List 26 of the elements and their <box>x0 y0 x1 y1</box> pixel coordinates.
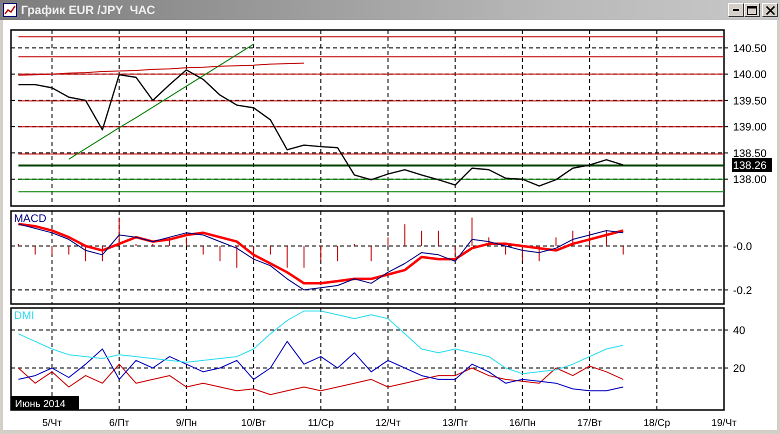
axis-label: 140.50 <box>733 42 767 55</box>
axis-label: 9/Пн <box>176 418 197 429</box>
axis-label: 140.00 <box>733 69 767 82</box>
axis-label: 5/Чт <box>42 418 62 429</box>
axis-label: 6/Пт <box>109 418 130 429</box>
axis-label: 20 <box>733 363 746 376</box>
axis-label: 18/Ср <box>643 418 670 429</box>
axis-label: 139.50 <box>733 95 767 108</box>
axis-label: 138.50 <box>733 148 767 160</box>
axis-label: 19/Чт <box>711 418 737 429</box>
price-tag: 138.26 <box>732 158 772 172</box>
axis-label: -0.2 <box>733 284 752 297</box>
axis-label: 11/Ср <box>308 418 334 429</box>
axis-label: 17/Вт <box>577 418 602 429</box>
chart-title: MACD <box>14 213 46 225</box>
chart-title: DMI <box>14 310 34 322</box>
axis-label: -0.0 <box>733 240 752 253</box>
month-badge: Июнь 2014 <box>11 396 79 410</box>
axis-label: 10/Вт <box>241 418 266 429</box>
axis-label: 138.00 <box>733 174 767 186</box>
axis-label: 13/Пт <box>442 418 468 429</box>
axis-label: 12/Чт <box>375 418 401 429</box>
axis-label: 16/Пн <box>509 418 536 429</box>
axis-label: 40 <box>733 325 746 338</box>
axis-label: 139.00 <box>733 122 767 134</box>
window-title: График EUR /JPY ЧАС <box>21 3 156 17</box>
